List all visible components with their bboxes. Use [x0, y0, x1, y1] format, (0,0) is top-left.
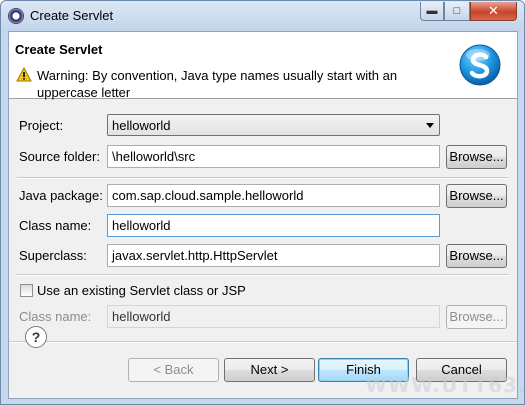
existing-class-name-field: helloworld [107, 305, 440, 328]
source-folder-browse-button[interactable]: Browse... [446, 145, 507, 169]
class-name-field[interactable]: helloworld [107, 214, 440, 237]
source-folder-field[interactable]: \helloworld\src [107, 145, 440, 168]
help-icon[interactable]: ? [25, 326, 47, 348]
separator [17, 274, 509, 276]
minimize-button[interactable]: ▬ [420, 2, 444, 21]
wizard-header: Create Servlet Warning: By convention, J… [9, 32, 517, 100]
warning-message: Warning: By convention, Java type names … [37, 68, 398, 100]
java-package-label: Java package: [19, 188, 103, 203]
separator [17, 177, 509, 179]
superclass-field[interactable]: javax.servlet.http.HttpServlet [107, 244, 440, 267]
superclass-browse-button[interactable]: Browse... [446, 244, 507, 268]
warning-icon [16, 67, 32, 82]
use-existing-checkbox[interactable] [20, 284, 33, 297]
chevron-down-icon [426, 123, 434, 128]
project-label: Project: [19, 118, 64, 133]
back-button: < Back [128, 358, 219, 382]
dialog-body: Create Servlet Warning: By convention, J… [8, 31, 518, 399]
superclass-label: Superclass: [19, 248, 87, 263]
eclipse-icon [8, 8, 24, 24]
minimize-icon: ▬ [426, 5, 438, 17]
watermark: WWW.UTT63.COM [365, 373, 524, 397]
java-package-browse-button[interactable]: Browse... [446, 184, 507, 208]
use-existing-label[interactable]: Use an existing Servlet class or JSP [37, 283, 246, 298]
window-title: Create Servlet [30, 8, 114, 23]
maximize-icon: □ [453, 5, 461, 17]
project-dropdown[interactable]: helloworld [107, 114, 440, 136]
class-name-label: Class name: [19, 218, 92, 233]
close-button[interactable]: ✕ [470, 2, 517, 21]
maximize-button[interactable]: □ [444, 2, 470, 21]
separator [9, 341, 517, 343]
existing-class-browse-button: Browse... [446, 305, 507, 329]
source-folder-label: Source folder: [19, 149, 100, 164]
page-title: Create Servlet [15, 42, 103, 57]
existing-class-name-label: Class name: [19, 309, 92, 324]
create-servlet-dialog: Create Servlet ▬ □ ✕ Create Servlet Warn… [0, 0, 525, 405]
project-value: helloworld [112, 118, 171, 133]
java-package-field[interactable]: com.sap.cloud.sample.helloworld [107, 184, 440, 207]
title-bar[interactable]: Create Servlet ▬ □ ✕ [1, 1, 524, 31]
next-button[interactable]: Next > [224, 358, 315, 382]
close-icon: ✕ [488, 3, 499, 18]
servlet-wizard-logo-icon [459, 44, 501, 86]
